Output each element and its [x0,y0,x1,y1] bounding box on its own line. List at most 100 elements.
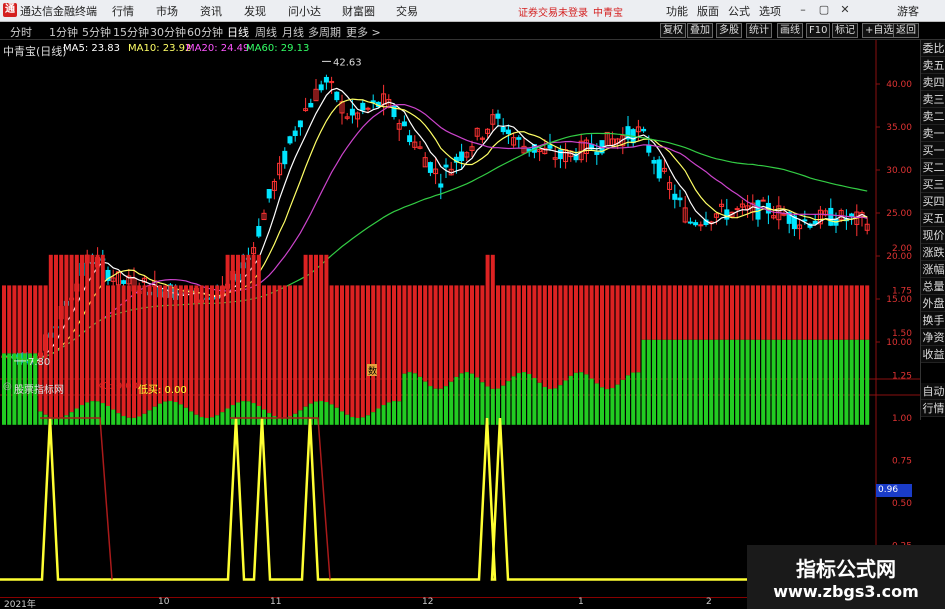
candle-body [656,159,662,179]
side-tab-auto[interactable]: 自动 [921,383,945,400]
side-tab-buy1[interactable]: 买一 [921,142,945,159]
side-tab-earnings[interactable]: 收益 [921,346,945,363]
sub-red-bar [366,285,370,416]
period-multi[interactable]: 多周期 [308,24,341,40]
side-tab-buy5[interactable]: 买五 [921,210,945,227]
sub-red-bar [698,285,703,340]
indicator-name[interactable]: 股票指标网 [14,381,64,396]
side-tab-sell2[interactable]: 卖二 [921,108,945,125]
sub-red-bar [589,285,594,379]
side-tab-sell1[interactable]: 卖一 [921,125,945,142]
watermark-badge: 指标公式网 www.zbgs3.com [747,545,945,609]
stats-button[interactable]: 统计 [746,23,772,38]
sub-red-bar [750,285,755,340]
period-1min[interactable]: 1分钟 [49,24,78,40]
sub-green-bar [178,404,183,425]
back-button[interactable]: 返回 [893,23,919,38]
side-tab-weibi[interactable]: 委比 [921,40,945,57]
side-tab-change-pct[interactable]: 涨幅 [921,261,945,278]
collapse-icon[interactable]: ◎ [3,381,12,392]
draw-button[interactable]: 画线 [777,23,803,38]
candle-body [849,213,855,217]
menu-formula[interactable]: 公式 [728,3,750,19]
period-intraday[interactable]: 分时 [10,24,32,40]
mark-button[interactable]: 标记 [832,23,858,38]
side-tab-change[interactable]: 涨跌 [921,244,945,261]
menu-market[interactable]: 市场 [156,3,178,19]
sub-green-bar [142,413,147,425]
sub-green-bar [126,417,131,425]
sub-red-bar [199,285,204,418]
sub-green-bar [277,417,282,425]
side-tab-sell4[interactable]: 卖四 [921,74,945,91]
period-daily[interactable]: 日线 [227,24,249,40]
sub-red-bar [516,285,521,374]
candle-body [760,199,766,202]
side-tab-buy3[interactable]: 买三 [921,176,945,193]
period-60min[interactable]: 60分钟 [187,24,223,40]
sub-red-bar [740,285,745,340]
period-15min[interactable]: 15分钟 [113,24,149,40]
broker-name: 中青宝 [593,8,623,19]
multi-stock-button[interactable]: 多股 [716,23,742,38]
close-icon[interactable]: ✕ [837,2,853,18]
side-tab-net-assets[interactable]: 净资 [921,329,945,346]
menu-news[interactable]: 资讯 [200,3,222,19]
menu-quotes[interactable]: 行情 [112,3,134,19]
chart-area[interactable]: 40.0035.0030.0025.0020.0015.0010.002.001… [0,40,920,597]
menu-discover[interactable]: 发现 [244,3,266,19]
menu-ask-xiaoda[interactable]: 问小达 [288,3,321,19]
sub-red-bar [610,285,615,389]
overlay-button[interactable]: 叠加 [687,23,713,38]
sub-green-bar [85,402,90,425]
menu-options[interactable]: 选项 [759,3,781,19]
sub-red-bar [693,285,698,340]
candle-body [734,208,740,211]
stock-title[interactable]: 中青宝(日线) [3,43,67,59]
add-watchlist-button[interactable]: +自选 [862,23,897,38]
menu-trade[interactable]: 交易 [396,3,418,19]
menu-layout[interactable]: 版面 [697,3,719,19]
side-tab-buy2[interactable]: 买二 [921,159,945,176]
side-tab-sell3[interactable]: 卖三 [921,91,945,108]
sub-red-bar [33,285,38,354]
sub-green-bar [168,401,173,425]
sub-green-bar [100,403,105,425]
menu-wealth-circle[interactable]: 财富圈 [342,3,375,19]
period-monthly[interactable]: 月线 [282,24,304,40]
period-5min[interactable]: 5分钟 [82,24,111,40]
period-weekly[interactable]: 周线 [255,24,277,40]
sub-red-bar [568,285,573,376]
sub-red-bar [797,285,802,340]
sub-red-bar [678,285,682,340]
side-tab-quote[interactable]: 行情 [921,400,945,417]
sub-green-bar [147,410,152,425]
menu-functions[interactable]: 功能 [666,3,688,19]
sub-tick-label: 1.25 [892,372,912,382]
restore-icon[interactable]: ▢ [816,2,832,18]
sub-green-bar [132,417,136,425]
minimize-icon[interactable]: – [795,2,811,18]
sub-green-bar [43,414,48,425]
sub-red-bar [844,285,849,340]
sub-red-bar [558,285,563,386]
side-tab-turnover[interactable]: 换手 [921,312,945,329]
f10-button[interactable]: F10 [806,23,831,38]
candle-body [401,121,407,127]
sub-red-bar [402,285,407,374]
login-status[interactable]: 证券交易未登录 [518,4,588,19]
sub-red-bar [444,285,448,387]
adjust-button[interactable]: 复权 [660,23,686,38]
side-tab-price[interactable]: 现价 [921,227,945,244]
sub-green-bar [366,415,370,425]
period-30min[interactable]: 30分钟 [150,24,186,40]
side-tab-outer[interactable]: 外盘 [921,295,945,312]
sub-red-bar [412,285,417,374]
guest-user[interactable]: 游客 [897,3,919,19]
candle-body [557,149,563,160]
side-tab-sell5[interactable]: 卖五 [921,57,945,74]
side-tab-volume[interactable]: 总量 [921,278,945,295]
side-tab-buy4[interactable]: 买四 [921,193,945,210]
sub-red-bar [126,285,131,418]
period-more[interactable]: 更多 > [346,24,381,40]
